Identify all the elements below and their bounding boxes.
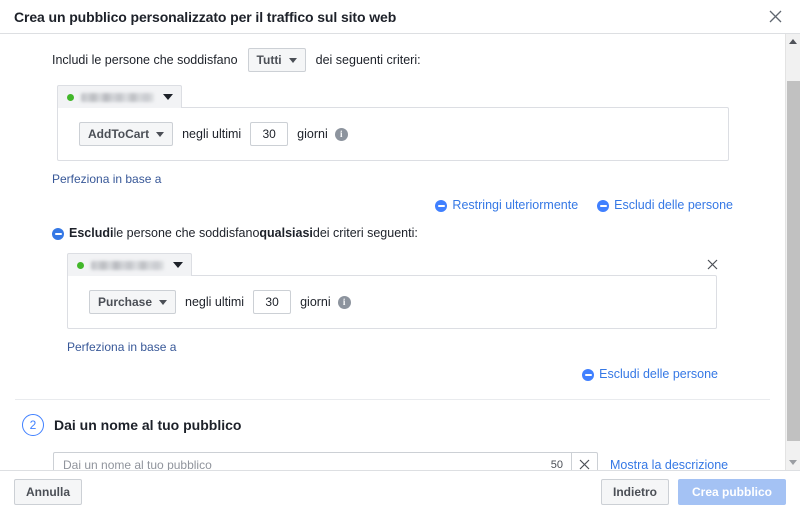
section-divider — [15, 399, 770, 400]
include-days-label: giorni — [297, 127, 328, 141]
info-icon[interactable]: i — [334, 127, 348, 141]
back-button[interactable]: Indietro — [600, 479, 669, 505]
narrow-further-link[interactable]: Restringi ulteriormente — [435, 198, 578, 212]
chevron-down-icon — [173, 262, 183, 268]
step-number-badge: 2 — [22, 414, 44, 436]
exclude-days-input[interactable] — [253, 290, 292, 314]
chevron-up-icon — [789, 39, 797, 44]
clear-name-icon[interactable] — [571, 453, 597, 470]
exclude-heading-bold: Escludi — [69, 226, 114, 240]
exclude-people-link-bottom[interactable]: Escludi delle persone — [582, 367, 718, 381]
include-days-input[interactable] — [250, 122, 289, 146]
include-criteria-group: AddToCart negli ultimi giorni i — [57, 85, 729, 161]
exclude-people-label-bottom: Escludi delle persone — [599, 367, 718, 381]
exclude-heading-end: dei criteri seguenti: — [312, 226, 418, 240]
include-timeframe-label: negli ultimi — [182, 127, 242, 141]
pixel-name-redacted — [91, 260, 164, 270]
minus-circle-icon — [582, 369, 595, 381]
audience-name-input[interactable] — [54, 453, 547, 470]
footer-actions: Indietro Crea pubblico — [600, 479, 786, 505]
chevron-down-icon — [789, 460, 797, 465]
scrollbar-thumb[interactable] — [787, 81, 800, 441]
exclude-event-label: Purchase — [98, 295, 153, 309]
include-pixel-tab[interactable] — [57, 85, 182, 108]
exclude-criteria-group: Purchase negli ultimi giorni i — [67, 253, 717, 329]
page-title: Crea un pubblico personalizzato per il t… — [14, 8, 397, 25]
dialog-footer: Annulla Indietro Crea pubblico — [0, 470, 800, 513]
show-description-link[interactable]: Mostra la descrizione — [610, 458, 728, 471]
exclude-timeframe-label: negli ultimi — [185, 295, 245, 309]
minus-circle-icon — [597, 200, 610, 212]
minus-circle-icon[interactable] — [52, 228, 64, 240]
exclude-event-dropdown[interactable]: Purchase — [89, 290, 177, 314]
minus-circle-icon — [435, 200, 448, 212]
vertical-scrollbar[interactable] — [785, 34, 800, 470]
scroll-down-button[interactable] — [786, 455, 800, 470]
audience-name-field: 50 — [53, 452, 598, 470]
include-event-dropdown[interactable]: AddToCart — [79, 122, 174, 146]
cancel-button[interactable]: Annulla — [14, 479, 82, 505]
info-icon[interactable]: i — [337, 295, 351, 309]
include-suffix-label: dei seguenti criteri: — [315, 53, 421, 67]
character-counter: 50 — [550, 458, 563, 471]
include-action-links: Restringi ulteriormente Escludi delle pe… — [0, 188, 785, 212]
exclude-days-label: giorni — [300, 295, 331, 309]
narrow-further-label: Restringi ulteriormente — [452, 198, 579, 212]
include-criteria-row: Includi le persone che soddisfano Tutti … — [0, 34, 785, 72]
include-operator-label: Tutti — [256, 53, 282, 67]
exclude-rule-row: Purchase negli ultimi giorni i — [68, 290, 716, 314]
step-2-title: Dai un nome al tuo pubblico — [54, 417, 242, 433]
chevron-down-icon — [156, 131, 165, 137]
dialog-body: Includi le persone che soddisfano Tutti … — [0, 34, 800, 470]
exclude-pixel-tab[interactable] — [67, 253, 192, 276]
include-operator-dropdown[interactable]: Tutti — [247, 48, 306, 72]
scroll-up-button[interactable] — [786, 34, 800, 49]
include-refine-link[interactable]: Perfeziona in base a — [52, 172, 161, 186]
audience-name-row: 50 Mostra la descrizione — [53, 452, 785, 470]
exclude-heading-bold2: qualsiasi — [259, 226, 313, 240]
close-icon[interactable] — [764, 6, 786, 28]
chevron-down-icon — [288, 57, 297, 63]
chevron-down-icon — [159, 299, 168, 305]
include-prefix-label: Includi le persone che soddisfano — [52, 53, 238, 67]
exclude-heading: Escludi le persone che soddisfano qualsi… — [52, 226, 785, 240]
exclude-people-link-top[interactable]: Escludi delle persone — [597, 198, 733, 212]
create-custom-audience-dialog: Crea un pubblico personalizzato per il t… — [0, 0, 800, 513]
pixel-name-redacted — [81, 92, 154, 102]
exclude-refine-link[interactable]: Perfeziona in base a — [67, 340, 176, 354]
exclude-action-links: Escludi delle persone — [0, 356, 785, 381]
exclude-heading-middle: le persone che soddisfano — [113, 226, 260, 240]
exclude-refine-row: Perfeziona in base a — [67, 329, 785, 356]
pixel-status-dot — [77, 261, 84, 269]
include-event-label: AddToCart — [88, 127, 150, 141]
create-audience-button[interactable]: Crea pubblico — [677, 479, 786, 505]
remove-exclude-group-icon[interactable] — [703, 255, 721, 273]
step-2-header: 2 Dai un nome al tuo pubblico — [22, 414, 785, 436]
exclude-criteria-panel: Purchase negli ultimi giorni i — [67, 275, 717, 329]
chevron-down-icon — [163, 94, 173, 100]
include-rule-row: AddToCart negli ultimi giorni i — [58, 122, 728, 146]
dialog-scroll-content: Includi le persone che soddisfano Tutti … — [0, 34, 785, 470]
include-refine-row: Perfeziona in base a — [52, 161, 785, 188]
include-criteria-panel: AddToCart negli ultimi giorni i — [57, 107, 729, 161]
pixel-status-dot — [67, 93, 74, 101]
dialog-header: Crea un pubblico personalizzato per il t… — [0, 0, 800, 34]
exclude-people-label-top: Escludi delle persone — [614, 198, 733, 212]
